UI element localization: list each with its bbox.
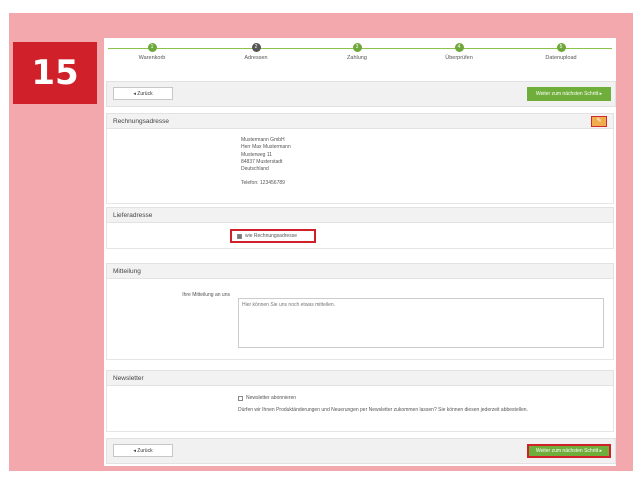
same-as-billing-option[interactable]: wie Rechnungsadresse bbox=[230, 229, 316, 243]
next-step-button[interactable]: Weiter zum nächsten Schritt ▸ bbox=[527, 87, 611, 101]
billing-header: Rechnungsadresse ✎ bbox=[106, 113, 614, 129]
message-textarea[interactable] bbox=[238, 298, 604, 348]
back-button[interactable]: ◂ Zurück bbox=[113, 444, 173, 457]
top-nav-bar: ◂ Zurück Weiter zum nächsten Schritt ▸ bbox=[106, 81, 616, 107]
same-as-billing-checkbox[interactable] bbox=[237, 233, 242, 239]
step-label: Warenkorb bbox=[138, 55, 166, 61]
progress-step-payment[interactable]: 3 Zahlung bbox=[317, 43, 397, 61]
step-label: Adressen bbox=[244, 55, 268, 61]
delivery-header: Lieferadresse bbox=[106, 207, 614, 223]
progress-step-review[interactable]: 4 Überprüfen bbox=[419, 43, 499, 61]
address-line: 84837 Musterstadt bbox=[241, 158, 283, 165]
step-label: Überprüfen bbox=[445, 55, 473, 61]
checkout-page: 1 Warenkorb 2 Adressen 3 Zahlung 4 Überp… bbox=[104, 38, 616, 466]
checkout-progress: 1 Warenkorb 2 Adressen 3 Zahlung 4 Überp… bbox=[104, 38, 616, 74]
message-label: Ihre Mitteilung an uns bbox=[182, 292, 230, 298]
newsletter-checkbox-label: Newsletter abonnieren bbox=[246, 395, 297, 401]
billing-title: Rechnungsadresse bbox=[113, 118, 170, 125]
pencil-icon: ✎ bbox=[596, 118, 602, 124]
same-as-billing-label: wie Rechnungsadresse bbox=[245, 233, 297, 239]
step-dot: 3 bbox=[352, 43, 362, 52]
step-dot: 4 bbox=[454, 43, 464, 52]
address-line: Musterweg 11 bbox=[241, 151, 273, 158]
newsletter-title: Newsletter bbox=[113, 375, 144, 382]
step-dot: 1 bbox=[147, 43, 157, 52]
progress-step-cart[interactable]: 1 Warenkorb bbox=[112, 43, 192, 61]
billing-address: Mustermann GmbH Herr Max Mustermann Must… bbox=[241, 137, 291, 188]
newsletter-checkbox[interactable] bbox=[238, 395, 243, 401]
progress-step-upload[interactable]: 5 Datenupload bbox=[521, 43, 601, 61]
edit-billing-button[interactable]: ✎ bbox=[591, 116, 607, 127]
newsletter-text: Dürfen wir Ihnen Produktänderungen und N… bbox=[238, 407, 528, 413]
step-dot: 2 bbox=[251, 43, 261, 52]
address-line: Herr Max Mustermann bbox=[241, 144, 291, 151]
message-header: Mitteilung bbox=[106, 263, 614, 279]
progress-step-addresses[interactable]: 2 Adressen bbox=[216, 43, 296, 61]
step-dot: 5 bbox=[556, 43, 566, 52]
step-label: Datenupload bbox=[545, 55, 577, 61]
address-line: Deutschland bbox=[241, 166, 269, 173]
step-number-badge: 15 bbox=[13, 42, 97, 104]
next-step-button[interactable]: Weiter zum nächsten Schritt ▸ bbox=[527, 444, 611, 458]
delivery-title: Lieferadresse bbox=[113, 212, 153, 219]
back-button[interactable]: ◂ Zurück bbox=[113, 87, 173, 100]
billing-body bbox=[106, 129, 614, 204]
address-phone: Telefon: 123456789 bbox=[241, 180, 285, 187]
step-label: Zahlung bbox=[347, 55, 367, 61]
address-line: Mustermann GmbH bbox=[241, 137, 285, 143]
bottom-nav-bar: ◂ Zurück Weiter zum nächsten Schritt ▸ bbox=[106, 438, 616, 464]
newsletter-option[interactable]: Newsletter abonnieren bbox=[238, 395, 296, 401]
message-title: Mitteilung bbox=[113, 268, 141, 275]
delivery-body bbox=[106, 223, 614, 249]
newsletter-header: Newsletter bbox=[106, 370, 614, 386]
